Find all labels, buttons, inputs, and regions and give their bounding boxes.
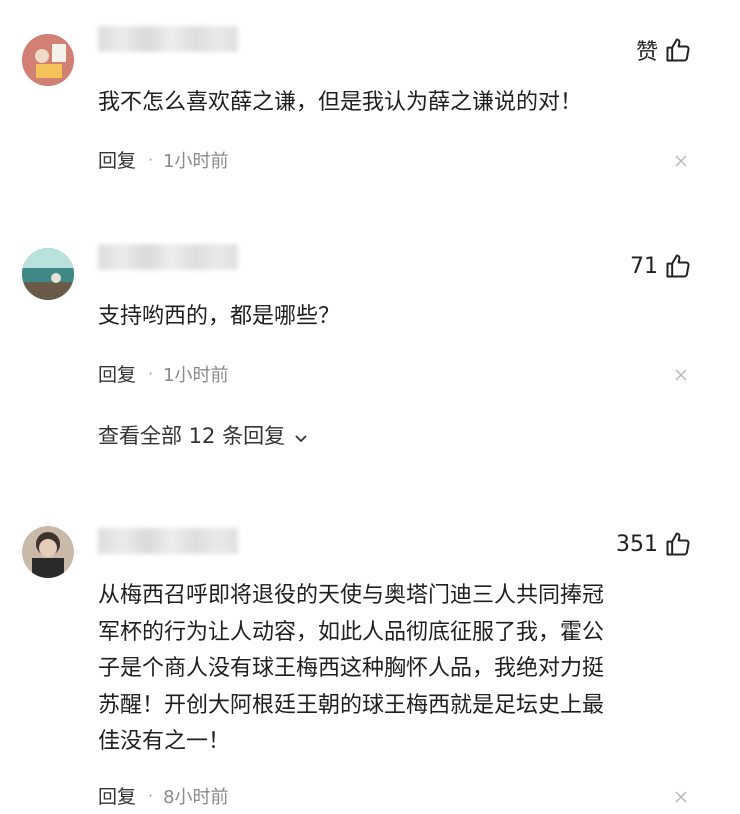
comment-text-line: 军杯的行为让人动容，如此人品彻底征服了我，霍公 [98,619,605,645]
like-button[interactable]: 351 [616,530,692,558]
username[interactable] [98,244,238,270]
comment-meta: 回复 · 8小时前 [98,782,229,809]
reply-button[interactable]: 回复 [98,782,136,809]
comment-text-line: 佳没有之一！ [98,729,231,754]
comment-text-line: 子是个商人没有球王梅西这种胸怀人品，我绝对力挺 [98,656,605,681]
comment-meta: 回复 · 1小时前 [98,146,229,173]
like-count: 71 [630,253,658,279]
timestamp: 1小时前 [163,364,229,386]
comment-text-line: 从梅西召呼即将退役的天使与奥塔门迪三人共同捧冠 [98,583,605,608]
like-button[interactable]: 赞 [636,34,692,66]
like-count: 351 [616,531,658,557]
username[interactable] [98,26,238,52]
comment-meta: 回复 · 1小时前 [98,360,229,387]
comment-text: 我不怎么喜欢薛之谦，但是我认为薛之谦说的对！ [98,90,583,115]
avatar[interactable] [22,34,74,86]
separator-dot: · [148,786,154,805]
close-icon[interactable] [674,154,688,168]
like-button[interactable]: 71 [630,252,692,280]
close-icon[interactable] [674,368,688,382]
thumbs-up-icon[interactable] [664,252,692,280]
separator-dot: · [148,364,154,383]
comment-text: 支持哟西的，都是哪些？ [98,304,341,329]
avatar[interactable] [22,526,74,578]
comment-text: 从梅西召呼即将退役的天使与奥塔门迪三人共同捧冠 军杯的行为让人动容，如此人品彻底… [98,578,698,761]
thumbs-up-icon[interactable] [664,36,692,64]
timestamp: 8小时前 [163,786,229,808]
thumbs-up-icon[interactable] [664,530,692,558]
reply-button[interactable]: 回复 [98,146,136,173]
comment-text-line: 苏醒！开创大阿根廷王朝的球王梅西就是足坛史上最 [98,692,605,718]
close-icon[interactable] [674,790,688,804]
view-all-label: 查看全部 12 条回复 [98,424,286,448]
view-all-replies-button[interactable]: 查看全部 12 条回复 [98,420,309,450]
like-count: 赞 [635,40,658,65]
chevron-down-icon [293,427,309,443]
timestamp: 1小时前 [163,150,229,172]
avatar[interactable] [22,248,74,300]
username[interactable] [98,528,238,554]
reply-button[interactable]: 回复 [98,360,136,387]
separator-dot: · [148,150,154,169]
